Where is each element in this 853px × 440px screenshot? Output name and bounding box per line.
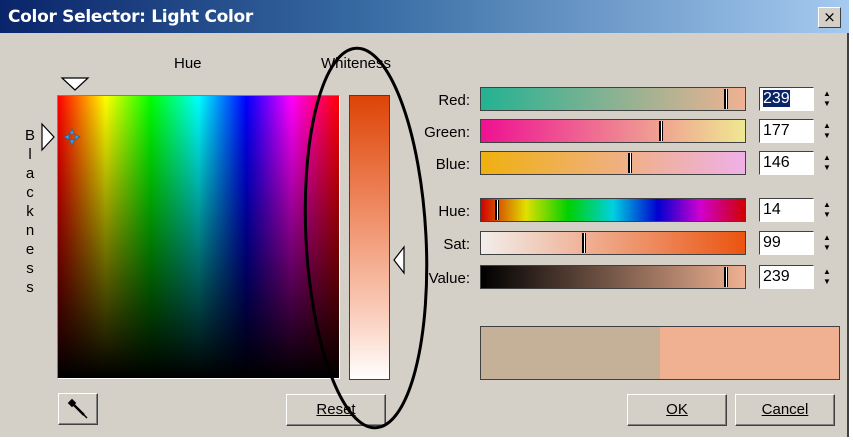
- red-slider[interactable]: [480, 87, 746, 111]
- value-slider[interactable]: [480, 265, 746, 289]
- color-selector-window: Color Selector: Light Color × Hue Whiten…: [0, 0, 849, 437]
- red-label: Red:: [438, 92, 470, 109]
- ok-button[interactable]: OK: [627, 394, 727, 426]
- close-button[interactable]: ×: [818, 7, 841, 28]
- cancel-button[interactable]: Cancel: [735, 394, 835, 426]
- sat-label: Sat:: [443, 236, 470, 253]
- value-value-field[interactable]: 239: [759, 265, 814, 289]
- hue-heading: Hue: [174, 55, 202, 72]
- sat-slider-thumb[interactable]: [582, 233, 586, 253]
- value-spinner-icon[interactable]: ▲ ▼: [819, 265, 835, 289]
- hue-slider-thumb[interactable]: [495, 200, 499, 220]
- hue-blackness-field[interactable]: [57, 95, 340, 379]
- hue-label: Hue:: [438, 203, 470, 220]
- blue-label: Blue:: [435, 156, 470, 173]
- green-slider[interactable]: [480, 119, 746, 143]
- green-value-field[interactable]: 177: [759, 119, 814, 143]
- red-value-field[interactable]: 239: [759, 87, 814, 111]
- blue-spinner-icon[interactable]: ▲ ▼: [819, 151, 835, 175]
- value-label: Value:: [428, 270, 470, 287]
- whiteness-heading: Whiteness: [321, 55, 392, 72]
- previous-color-swatch: [481, 327, 660, 379]
- blue-value-field[interactable]: 146: [759, 151, 814, 175]
- blackness-label: B l a c k n e s s: [24, 127, 35, 296]
- green-slider-thumb[interactable]: [659, 121, 663, 141]
- sat-slider[interactable]: [480, 231, 746, 255]
- window-title: Color Selector: Light Color: [8, 7, 253, 27]
- blackness-marker-triangle[interactable]: [40, 122, 56, 152]
- sat-spinner-icon[interactable]: ▲ ▼: [819, 231, 835, 255]
- hue-slider[interactable]: [480, 198, 746, 222]
- green-spinner-icon[interactable]: ▲ ▼: [819, 119, 835, 143]
- reset-button[interactable]: Reset: [286, 394, 386, 426]
- red-slider-thumb[interactable]: [724, 89, 728, 109]
- green-label: Green:: [424, 124, 470, 141]
- red-spinner-icon[interactable]: ▲ ▼: [819, 87, 835, 111]
- title-bar[interactable]: Color Selector: Light Color ×: [0, 0, 849, 33]
- blue-slider-thumb[interactable]: [628, 153, 632, 173]
- eyedropper-icon: [67, 398, 88, 419]
- color-preview: [480, 326, 840, 380]
- sat-value-field[interactable]: 99: [759, 231, 814, 255]
- value-slider-thumb[interactable]: [724, 267, 728, 287]
- color-picker-crosshair-icon[interactable]: [62, 127, 82, 147]
- hue-marker-triangle[interactable]: [60, 76, 90, 92]
- current-color-swatch: [660, 327, 839, 379]
- blue-slider[interactable]: [480, 151, 746, 175]
- hue-value-field[interactable]: 14: [759, 198, 814, 222]
- hue-spinner-icon[interactable]: ▲ ▼: [819, 198, 835, 222]
- eyedropper-button[interactable]: [58, 393, 98, 425]
